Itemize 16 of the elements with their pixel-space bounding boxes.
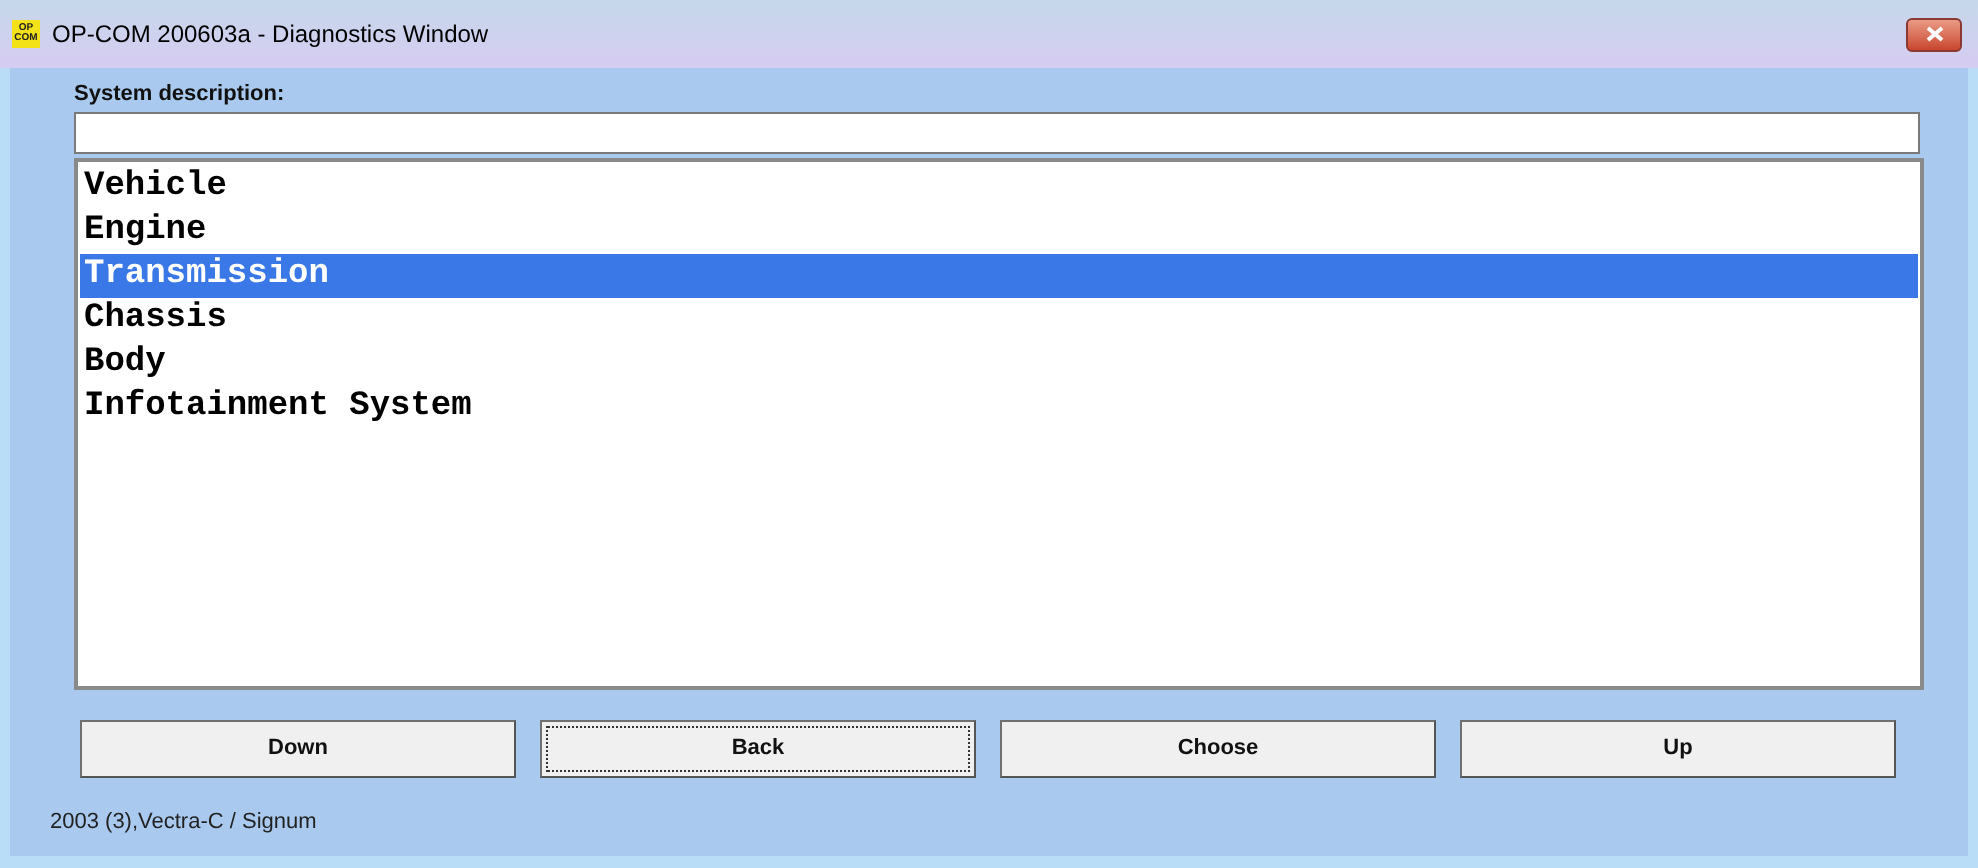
system-description-field[interactable] <box>74 112 1920 154</box>
close-icon <box>1925 26 1943 42</box>
action-button[interactable]: Down <box>80 720 516 778</box>
list-item[interactable]: Vehicle <box>80 166 1918 210</box>
status-text: 2003 (3),Vectra-C / Signum <box>50 808 319 838</box>
close-button[interactable] <box>1906 17 1962 51</box>
list-item[interactable]: Chassis <box>80 298 1918 342</box>
list-item[interactable]: Transmission <box>80 254 1918 298</box>
list-item[interactable]: Infotainment System <box>80 386 1918 430</box>
field-label: System description: <box>74 79 287 110</box>
list-item[interactable]: Engine <box>80 210 1918 254</box>
list-item[interactable]: Body <box>80 342 1918 386</box>
action-button[interactable]: Choose <box>1000 720 1436 778</box>
window-title: OP-COM 200603a - Diagnostics Window <box>52 18 491 52</box>
action-button[interactable]: Back <box>540 720 976 778</box>
action-button[interactable]: Up <box>1460 720 1896 778</box>
